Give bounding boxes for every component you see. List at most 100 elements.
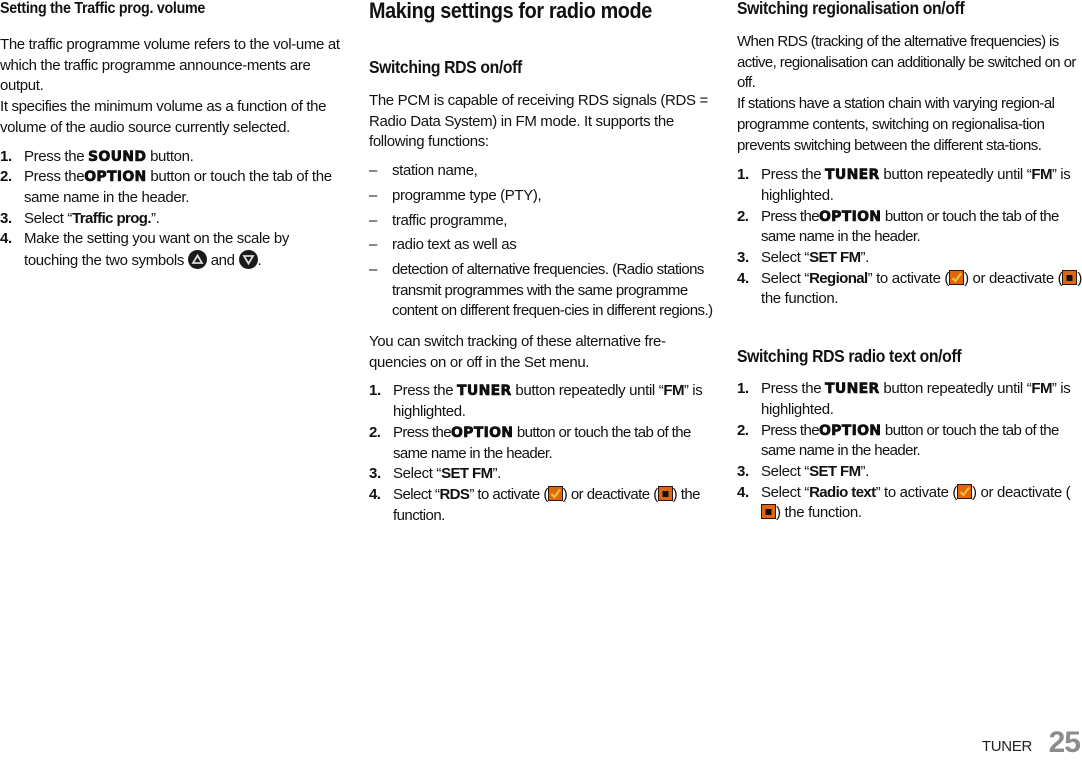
page-title: Making settings for radio mode xyxy=(369,0,652,23)
step-text: Select “ xyxy=(761,483,810,501)
page-number: 25 xyxy=(1048,726,1081,759)
selection-set-fm: SET FM xyxy=(809,249,861,267)
step-number: 4. xyxy=(737,483,749,501)
step-text: button repeatedly until “ xyxy=(511,382,664,400)
selection-set-fm: SET FM xyxy=(809,462,861,480)
option-button-label: OPTION xyxy=(818,208,882,225)
arrow-up-icon xyxy=(187,250,207,270)
step-text: button repeatedly until “ xyxy=(879,166,1032,184)
chapter-label: TUNER xyxy=(981,738,1032,755)
step-text: Press the xyxy=(761,380,822,398)
heading-regionalisation: Switching regionalisation on/off xyxy=(737,0,965,18)
step-text: ”. xyxy=(860,249,869,267)
list-item: – station name, xyxy=(369,161,717,182)
column-traffic-volume: Setting the Traffic prog. volume The tra… xyxy=(0,0,345,272)
rds-function-list: – station name, – programme type (PTY), – t… xyxy=(369,161,717,322)
step-text: Select “ xyxy=(761,249,810,267)
step-text: Press the xyxy=(24,147,85,165)
step-number: 2. xyxy=(737,207,749,225)
tuner-button-label: TUNER xyxy=(825,167,880,184)
step-text: ”. xyxy=(150,209,160,227)
step-number: 3. xyxy=(737,249,749,267)
step-number: 1. xyxy=(0,147,12,165)
step-text: Select “ xyxy=(393,485,440,503)
dash-bullet: – xyxy=(369,236,377,254)
list-item-text: traffic programme, xyxy=(392,211,508,229)
step-1: 1. Press the TUNER button repeatedly unt… xyxy=(737,379,1082,420)
column-regionalisation: Switching regionalisation on/off When RD… xyxy=(737,0,1082,524)
selection-fm: FM xyxy=(1031,380,1052,398)
step-text: ” to activate ( xyxy=(469,485,548,503)
paragraph-rds-intro: The PCM is capable of receiving RDS sign… xyxy=(369,92,708,151)
list-item-text: programme type (PTY), xyxy=(392,186,542,204)
step-number: 1. xyxy=(737,380,749,398)
tuner-button-label: TUNER xyxy=(825,381,880,398)
column-radio-settings: Making settings for radio mode Switching… xyxy=(369,0,717,526)
step-number: 2. xyxy=(369,423,381,441)
arrow-down-icon xyxy=(238,250,258,270)
option-button-label: OPTION xyxy=(818,422,882,439)
paragraph-traffic-volume-definition: The traffic programme volume refers to t… xyxy=(0,36,340,95)
step-number: 2. xyxy=(0,168,12,186)
step-1: 1. Press the TUNER button repeatedly unt… xyxy=(737,165,1082,206)
selection-radio-text: Radio text xyxy=(809,483,876,501)
step-number: 2. xyxy=(737,421,749,439)
dash-bullet: – xyxy=(369,162,377,180)
heading-rds-radio-text: Switching RDS radio text on/off xyxy=(737,346,962,367)
paragraph-rds-outro: You can switch tracking of these alterna… xyxy=(369,333,666,371)
step-text: button. xyxy=(146,147,194,165)
step-text: button repeatedly until “ xyxy=(879,380,1032,398)
selection-rds: RDS xyxy=(439,485,470,503)
step-2: 2. Press theOPTION button or touch the t… xyxy=(0,167,345,208)
step-text: Select “ xyxy=(393,465,442,483)
step-text: Press the xyxy=(761,421,820,439)
sound-button-label: SOUND xyxy=(88,148,147,165)
step-2: 2. Press theOPTION button or touch the t… xyxy=(737,207,1082,248)
step-3: 3. Select “SET FM”. xyxy=(369,464,717,485)
step-text: Press the xyxy=(393,423,452,441)
step-text: Press the xyxy=(24,168,85,186)
step-4: 4. Select “RDS” to activate () or deacti… xyxy=(369,485,717,526)
step-1: 1. Press the SOUND button. xyxy=(0,147,345,168)
step-text: Press the xyxy=(761,207,820,225)
step-number: 3. xyxy=(0,209,12,227)
step-text: ”. xyxy=(860,462,869,480)
step-2: 2. Press theOPTION button or touch the t… xyxy=(369,423,717,464)
step-3: 3. Select “SET FM”. xyxy=(737,248,1082,269)
step-text: . xyxy=(257,252,262,270)
list-item: – detection of alternative frequencies. (… xyxy=(369,260,717,322)
step-text: Press the xyxy=(761,166,822,184)
step-text: Select “ xyxy=(761,462,810,480)
list-item-text: detection of alternative frequencies. (R… xyxy=(392,260,713,320)
heading-rds-on-off: Switching RDS on/off xyxy=(369,57,522,77)
list-item-text: station name, xyxy=(392,162,478,180)
step-text: ” to activate ( xyxy=(867,269,950,287)
checkbox-checked-icon xyxy=(547,485,563,501)
selection-fm: FM xyxy=(663,382,684,400)
steps-radio-text: 1. Press the TUNER button repeatedly unt… xyxy=(737,379,1082,524)
checkbox-checked-icon xyxy=(957,483,973,499)
dash-bullet: – xyxy=(369,186,377,204)
step-number: 3. xyxy=(369,465,381,483)
selection-fm: FM xyxy=(1031,166,1052,184)
step-text: ”. xyxy=(492,465,501,483)
step-4: 4. Select “Regional” to activate () or d… xyxy=(737,269,1082,310)
step-text: ) or deactivate ( xyxy=(972,483,1071,501)
step-text: Press the xyxy=(393,382,454,400)
selection-set-fm: SET FM xyxy=(441,465,493,483)
steps-traffic-volume: 1. Press the SOUND button. 2. Press theO… xyxy=(0,147,345,272)
paragraph-traffic-volume-minimum: It specifies the minimum volume as a fun… xyxy=(0,98,327,136)
selection-regional: Regional xyxy=(809,269,868,287)
step-number: 1. xyxy=(369,382,381,400)
tuner-button-label: TUNER xyxy=(457,383,512,400)
steps-regionalisation: 1. Press the TUNER button repeatedly unt… xyxy=(737,165,1082,310)
steps-rds: 1. Press the TUNER button repeatedly unt… xyxy=(369,381,717,526)
list-item: – radio text as well as xyxy=(369,235,717,256)
step-text: ) the function. xyxy=(776,504,862,522)
step-3: 3. Select “SET FM”. xyxy=(737,462,1082,483)
step-number: 1. xyxy=(737,166,749,184)
option-button-label: OPTION xyxy=(84,169,147,186)
checkbox-unchecked-icon xyxy=(1062,269,1078,285)
checkbox-unchecked-icon xyxy=(657,485,673,501)
checkbox-checked-icon xyxy=(949,269,965,285)
